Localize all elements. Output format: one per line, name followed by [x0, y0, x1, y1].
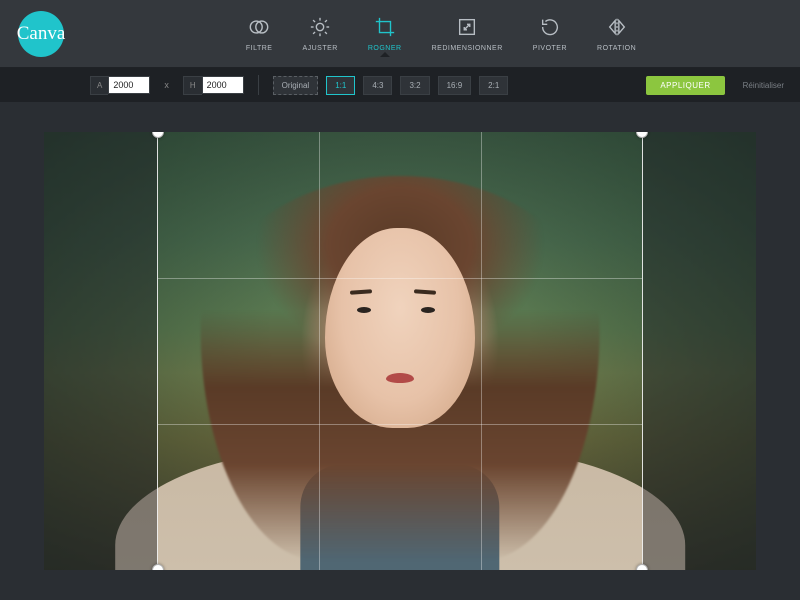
tool-rotation[interactable]: ROTATION	[597, 15, 636, 52]
dimension-separator: x	[158, 80, 175, 90]
tool-label: PIVOTER	[533, 45, 567, 52]
crop-handle-br[interactable]	[636, 564, 648, 570]
ratio-4-3[interactable]: 4:3	[363, 76, 392, 95]
width-label: A	[90, 76, 108, 95]
adjust-icon	[308, 15, 332, 39]
canvas-area	[0, 102, 800, 600]
crop-box[interactable]	[158, 132, 642, 570]
ratio-1-1[interactable]: 1:1	[326, 76, 355, 95]
flip-icon	[605, 15, 629, 39]
tool-label: ROTATION	[597, 45, 636, 52]
height-input[interactable]	[202, 76, 244, 94]
crop-handle-bl[interactable]	[152, 564, 164, 570]
tool-label: FILTRE	[246, 45, 273, 52]
width-input[interactable]	[108, 76, 150, 94]
tool-group: FILTRE AJUSTER ROGNER	[82, 15, 800, 52]
ratio-16-9[interactable]: 16:9	[438, 76, 472, 95]
filter-icon	[247, 15, 271, 39]
top-toolbar: Canva FILTRE AJUSTER RO	[0, 0, 800, 68]
height-group: H	[183, 76, 244, 95]
rotate-icon	[538, 15, 562, 39]
divider	[258, 75, 259, 95]
ratio-3-2[interactable]: 3:2	[400, 76, 429, 95]
crop-options-bar: A x H Original 1:1 4:3 3:2 16:9 2:1 APPL…	[0, 68, 800, 102]
apply-button[interactable]: APPLIQUER	[646, 76, 724, 95]
tool-redimensionner[interactable]: REDIMENSIONNER	[432, 15, 503, 52]
canva-logo: Canva	[18, 11, 64, 57]
height-label: H	[183, 76, 202, 95]
resize-icon	[455, 15, 479, 39]
tool-label: REDIMENSIONNER	[432, 45, 503, 52]
reset-link[interactable]: Réinitialiser	[743, 81, 784, 90]
ratio-2-1[interactable]: 2:1	[479, 76, 508, 95]
tool-pivoter[interactable]: PIVOTER	[533, 15, 567, 52]
width-group: A	[90, 76, 150, 95]
image-wrap[interactable]	[44, 132, 756, 570]
tool-label: AJUSTER	[302, 45, 337, 52]
tool-label: ROGNER	[368, 45, 402, 52]
ratio-original[interactable]: Original	[273, 76, 319, 95]
crop-icon	[373, 15, 397, 39]
tool-filtre[interactable]: FILTRE	[246, 15, 273, 52]
tool-ajuster[interactable]: AJUSTER	[302, 15, 337, 52]
logo-text: Canva	[17, 23, 66, 45]
tool-rogner[interactable]: ROGNER	[368, 15, 402, 52]
